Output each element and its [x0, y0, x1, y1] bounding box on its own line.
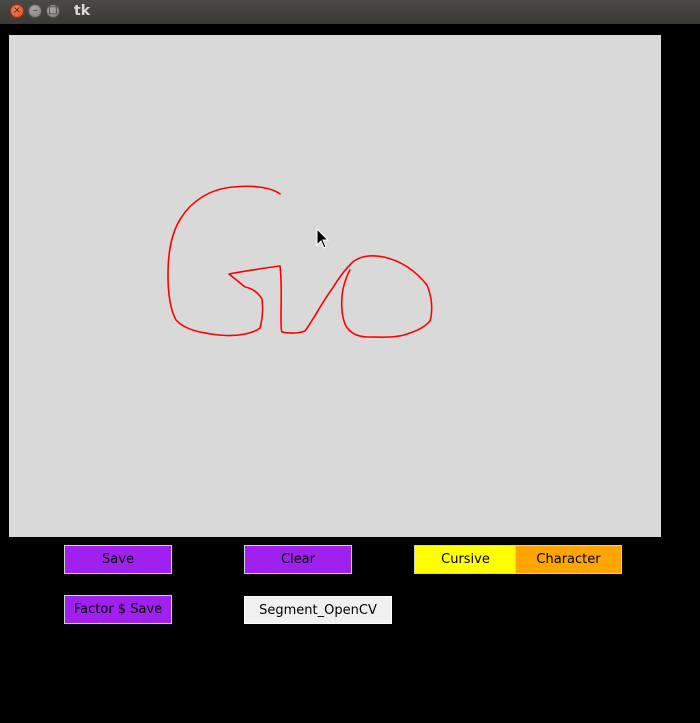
save-button[interactable]: Save — [64, 545, 172, 574]
close-icon[interactable]: × — [10, 4, 24, 18]
maximize-icon[interactable]: □ — [46, 4, 60, 18]
factor-save-button[interactable]: Factor $ Save — [64, 595, 172, 624]
title-bar: × – □ tk — [0, 0, 700, 24]
minimize-icon[interactable]: – — [28, 4, 42, 18]
cursive-button[interactable]: Cursive — [414, 545, 517, 574]
stroke-o — [331, 255, 433, 338]
drawing-canvas[interactable] — [9, 35, 661, 537]
mouse-pointer-icon — [316, 228, 330, 249]
close-glyph: × — [12, 5, 22, 16]
window-title: tk — [74, 3, 91, 19]
clear-button[interactable]: Clear — [244, 545, 352, 574]
minimize-glyph: – — [32, 5, 38, 16]
segment-opencv-button[interactable]: Segment_OpenCV — [244, 596, 392, 624]
maximize-glyph: □ — [48, 5, 58, 16]
stroke-g — [167, 185, 333, 337]
character-button[interactable]: Character — [515, 545, 622, 574]
handwritten-strokes-icon — [167, 185, 433, 338]
